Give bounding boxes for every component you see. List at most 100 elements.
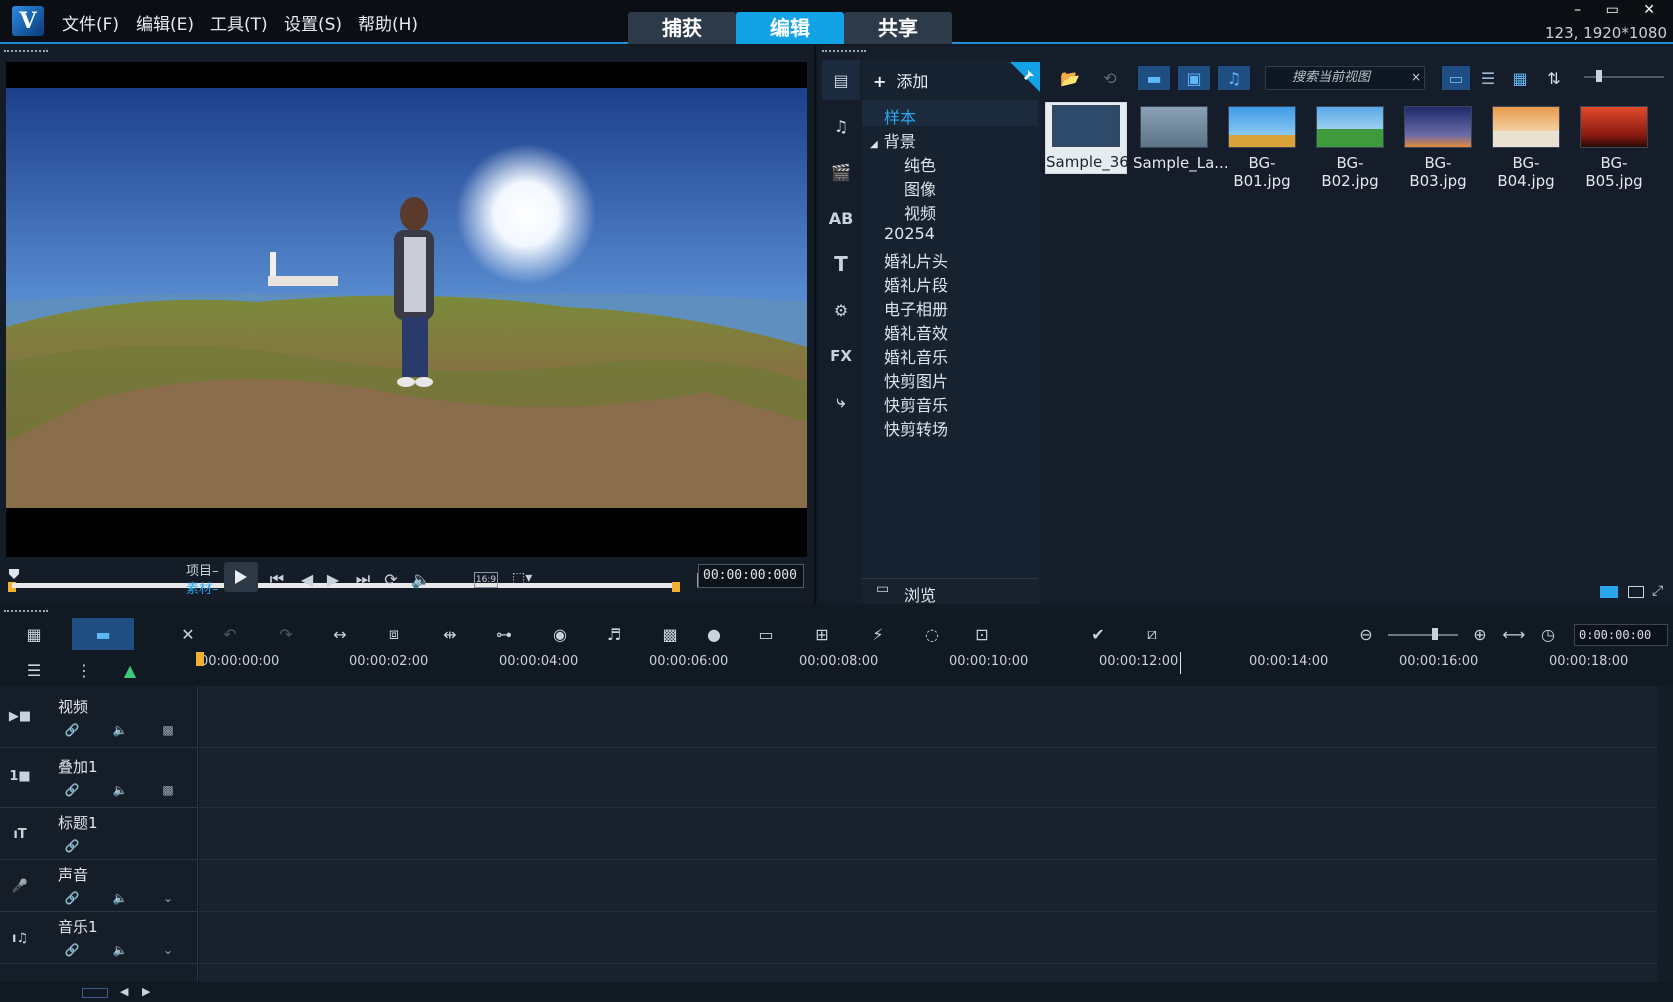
split-screen-icon[interactable]: ⊞ [808, 620, 836, 648]
thumbnail-size-handle[interactable] [1596, 70, 1602, 82]
mute-icon[interactable]: 🔈 [110, 888, 130, 908]
sort-icon[interactable]: ⇅ [1540, 66, 1568, 90]
expand-chevron-icon[interactable]: ⌄ [158, 940, 178, 960]
tree-item-video[interactable]: 视频 [904, 200, 936, 224]
tree-item-quick-images[interactable]: 快剪图片 [884, 368, 948, 392]
filter-fx-icon[interactable]: FX [822, 336, 860, 376]
mute-icon[interactable]: 🔈 [110, 720, 130, 740]
tree-item-wedding-intro[interactable]: 婚礼片头 [884, 248, 948, 272]
thumbnail-bg-b03[interactable]: BG-B03.jpg [1397, 104, 1479, 190]
ripple-icon[interactable]: ▩ [158, 720, 178, 740]
track-overlay[interactable]: 1■ 叠加1 🔗 🔈 ▩ [0, 748, 198, 808]
graphics-icon[interactable]: ⚙ [822, 290, 860, 330]
menu-settings[interactable]: 设置(S) [284, 10, 342, 35]
search-input[interactable]: 搜索当前视图 [1265, 66, 1425, 90]
instant-project-icon[interactable]: ♫ [822, 106, 860, 146]
timeline-mini-indicator[interactable] [82, 988, 108, 998]
timeline-playhead[interactable] [196, 652, 204, 666]
link-icon[interactable]: 🔗 [62, 836, 82, 856]
go-to-end-icon[interactable]: ⏭ [350, 566, 376, 592]
tree-item-quick-music[interactable]: 快剪音乐 [884, 392, 948, 416]
next-frame-icon[interactable]: ▶ [320, 566, 346, 592]
music-lane[interactable] [199, 912, 1657, 964]
player-timecode[interactable]: 00:00:00:000 [698, 564, 804, 588]
capture-frame-icon[interactable]: ⊡ [968, 620, 996, 648]
window-controls[interactable]: – ▭ ✕ [1574, 2, 1665, 18]
volume-icon[interactable]: 🔈 [408, 566, 434, 592]
timeline-vertical-scrollbar[interactable] [1657, 686, 1673, 982]
path-icon[interactable]: ⤷ [822, 382, 860, 422]
ripple-icon[interactable]: ▩ [158, 780, 178, 800]
crop-select-icon[interactable]: ⬚▾ [512, 570, 532, 586]
trim-icon[interactable]: ⇹ [436, 620, 464, 648]
link-icon[interactable]: 🔗 [62, 780, 82, 800]
repeat-icon[interactable]: ⟳ [378, 566, 404, 592]
library-layout-alt-icon[interactable] [1628, 586, 1644, 598]
previous-frame-icon[interactable]: ◀ [294, 566, 320, 592]
track-title[interactable]: ıT 标题1 🔗 [0, 808, 198, 860]
motion-tracking-icon[interactable]: ⚡ [864, 620, 892, 648]
view-thumbnails-icon[interactable]: ▭ [1442, 66, 1470, 90]
timeline-ruler[interactable]: 00:00:00:00 00:00:02:00 00:00:04:00 00:0… [198, 652, 1658, 674]
export-icon[interactable]: ⧄ [1138, 620, 1166, 648]
link-icon[interactable]: 🔗 [62, 720, 82, 740]
add-track-icon[interactable]: ⋮ [70, 656, 98, 684]
rotate-icon[interactable]: ◌ [918, 620, 946, 648]
tree-item-20254[interactable]: 20254 [884, 224, 935, 243]
playhead-marker-icon[interactable] [8, 568, 20, 580]
library-layout-icon[interactable] [1600, 586, 1618, 598]
track-video[interactable]: ▶■ 视频 🔗 🔈 ▩ [0, 686, 198, 748]
storyboard-view-icon[interactable]: ▦ [20, 620, 48, 648]
tree-item-sample[interactable]: 样本 [884, 104, 916, 128]
chapter-marker-icon[interactable]: ▲ [116, 656, 144, 684]
panel-grip[interactable] [4, 50, 48, 54]
video-preview[interactable] [6, 62, 807, 557]
blend-icon[interactable]: ● [700, 620, 728, 648]
import-media-icon[interactable]: 📂 [1056, 66, 1084, 90]
link-icon[interactable]: 🔗 [62, 888, 82, 908]
multicam-icon[interactable]: ▩ [656, 620, 684, 648]
mute-icon[interactable]: 🔈 [110, 780, 130, 800]
refresh-icon[interactable]: ⟲ [1096, 66, 1124, 90]
project-mode-label[interactable]: 项目– [186, 560, 219, 579]
track-voice[interactable]: 🎤 声音 🔗 🔈 ⌄ [0, 860, 198, 912]
media-library-icon[interactable]: ▤ [822, 60, 860, 100]
scroll-left-icon[interactable]: ◀ [120, 985, 128, 998]
transition-icon[interactable]: 🎬 [822, 152, 860, 192]
tree-item-quick-transitions[interactable]: 快剪转场 [884, 416, 948, 440]
pin-icon[interactable] [1010, 62, 1040, 92]
go-to-start-icon[interactable]: ⏮ [264, 566, 290, 592]
mark-out-handle[interactable] [672, 582, 680, 592]
thumbnail-bg-b04[interactable]: BG-B04.jpg [1485, 104, 1567, 190]
thumbnail-bg-b02[interactable]: BG-B02.jpg [1309, 104, 1391, 190]
zoom-in-icon[interactable]: ⊕ [1466, 620, 1494, 648]
scroll-right-icon[interactable]: ▶ [142, 985, 150, 998]
stretch-icon[interactable]: ⊶ [490, 620, 518, 648]
link-icon[interactable]: 🔗 [62, 940, 82, 960]
zoom-slider-handle[interactable] [1432, 628, 1438, 640]
thumbnail-bg-b05[interactable]: BG-B05.jpg [1573, 104, 1655, 190]
thumbnail-bg-b01[interactable]: BG-B01.jpg [1221, 104, 1303, 190]
library-expand-icon[interactable]: ⤢ [1652, 583, 1663, 599]
tree-item-background[interactable]: ◢ 背景 [870, 128, 916, 152]
voice-lane[interactable] [199, 860, 1657, 912]
timeline-timecode[interactable]: 0:00:00:00 [1574, 624, 1668, 646]
menu-help[interactable]: 帮助(H) [358, 10, 418, 35]
mute-icon[interactable]: 🔈 [110, 940, 130, 960]
subtitle-icon[interactable]: ▭ [752, 620, 780, 648]
expand-chevron-icon[interactable]: ⌄ [158, 888, 178, 908]
tab-capture[interactable]: 捕获 [628, 12, 736, 44]
panel-grip[interactable] [822, 50, 866, 54]
track-manager-icon[interactable]: ☰ [20, 656, 48, 684]
show-photos-icon[interactable]: ▣ [1178, 66, 1210, 90]
fit-project-icon[interactable]: ↔ [326, 620, 354, 648]
track-music[interactable]: ı♫ 音乐1 🔗 🔈 ⌄ [0, 912, 198, 964]
add-folder-button[interactable]: + 添加 [873, 68, 928, 92]
view-list-icon[interactable]: ☰ [1474, 66, 1502, 90]
overlay-lane[interactable] [199, 748, 1657, 808]
show-videos-icon[interactable]: ▬ [1138, 66, 1170, 90]
tree-item-wedding-sfx[interactable]: 婚礼音效 [884, 320, 948, 344]
tab-share[interactable]: 共享 [844, 12, 952, 44]
tree-item-wedding-music[interactable]: 婚礼音乐 [884, 344, 948, 368]
zoom-out-icon[interactable]: ⊖ [1352, 620, 1380, 648]
